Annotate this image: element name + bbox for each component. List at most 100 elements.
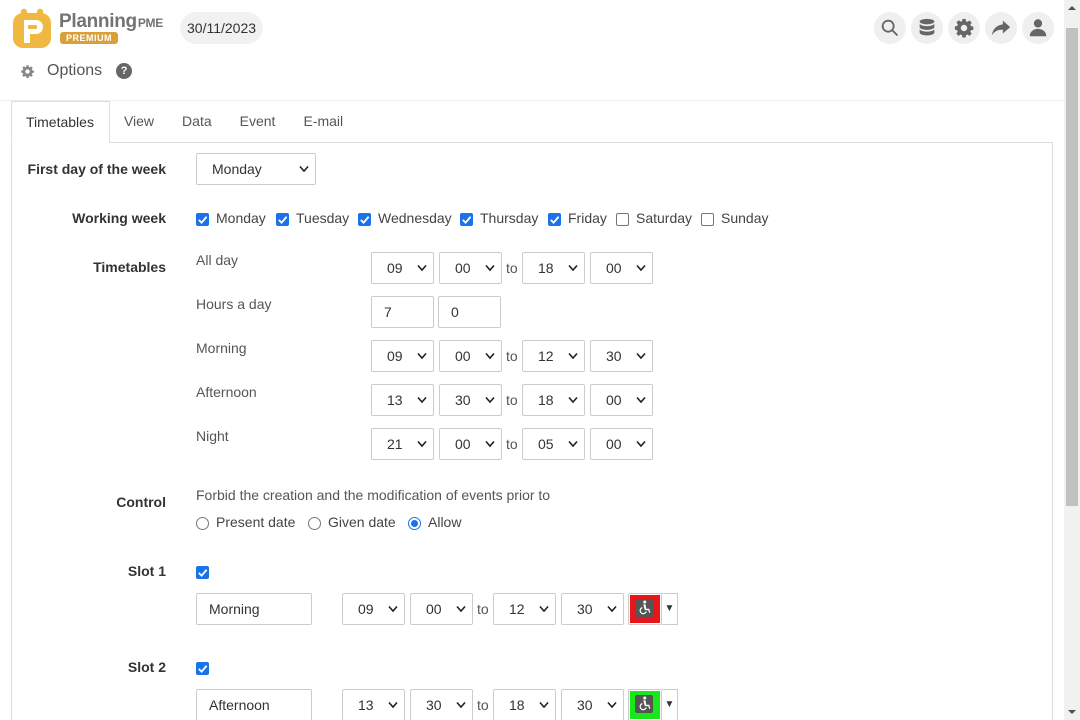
checkbox-wednesday[interactable] [358, 213, 371, 226]
slot2-color-picker[interactable] [628, 689, 662, 720]
checkbox-label-tuesday: Tuesday [296, 210, 350, 226]
control-description: Forbid the creation and the modification… [196, 487, 551, 503]
night-from-hour-select[interactable]: 21 [371, 428, 434, 460]
chevron-down-icon [636, 352, 646, 360]
checkbox-label-friday: Friday [568, 210, 607, 226]
user-button[interactable] [1022, 12, 1054, 44]
chevron-down-icon [485, 440, 495, 448]
all-day-to-hour-select[interactable]: 18 [522, 252, 585, 284]
morning-label: Morning [196, 340, 247, 356]
morning-to-minute-select[interactable]: 30 [590, 340, 653, 372]
share-button[interactable] [985, 12, 1017, 44]
first-day-select[interactable]: Monday [196, 153, 316, 185]
tab-data[interactable]: Data [168, 101, 226, 143]
settings-button[interactable] [948, 12, 980, 44]
chevron-down-icon [636, 396, 646, 404]
afternoon-from-hour-select[interactable]: 13 [371, 384, 434, 416]
search-button[interactable] [874, 12, 906, 44]
chevron-down-icon [539, 701, 549, 709]
scrollbar-thumb[interactable] [1066, 28, 1078, 506]
page-title: Options [47, 62, 103, 79]
tab-email[interactable]: E-mail [289, 101, 357, 143]
checkbox-sunday[interactable] [701, 213, 714, 226]
morning-from-minute-select[interactable]: 00 [439, 340, 502, 372]
logo[interactable]: PlanningPME PREMIUM [12, 8, 172, 50]
afternoon-to-hour-select[interactable]: 18 [522, 384, 585, 416]
radio-label-allow: Allow [428, 514, 462, 530]
hours-a-day-label: Hours a day [196, 296, 272, 312]
search-icon [881, 19, 899, 37]
radio-given-date[interactable] [308, 517, 321, 530]
slot2-name-input[interactable]: Afternoon [196, 689, 312, 720]
scroll-down-arrow-icon[interactable] [1064, 703, 1080, 720]
slot1-to-hour-select[interactable]: 12 [493, 593, 556, 625]
wheelchair-icon [635, 599, 653, 617]
page-scrollbar[interactable] [1064, 0, 1080, 720]
share-icon [991, 20, 1011, 36]
tab-timetables[interactable]: Timetables [11, 101, 110, 143]
to-label: to [477, 697, 489, 713]
slot1-color-dropdown[interactable]: ▼ [662, 593, 678, 625]
night-to-minute-select[interactable]: 00 [590, 428, 653, 460]
check-icon [197, 567, 208, 578]
chevron-down-icon [417, 396, 427, 404]
slot2-to-hour-select[interactable]: 18 [493, 689, 556, 720]
checkbox-saturday[interactable] [616, 213, 629, 226]
to-label: to [506, 436, 518, 452]
help-icon[interactable]: ? [116, 63, 133, 79]
hours-a-day-minutes-input[interactable]: 0 [438, 296, 501, 328]
check-icon [197, 214, 208, 225]
slot2-enabled-checkbox[interactable] [196, 662, 209, 675]
slot1-to-minute-select[interactable]: 30 [561, 593, 624, 625]
all-day-from-hour-select[interactable]: 09 [371, 252, 434, 284]
morning-from-hour-select[interactable]: 09 [371, 340, 434, 372]
checkbox-friday[interactable] [548, 213, 561, 226]
night-to-hour-select[interactable]: 05 [522, 428, 585, 460]
tab-event[interactable]: Event [226, 101, 290, 143]
current-date[interactable]: 30/11/2023 [180, 12, 264, 44]
afternoon-from-minute-select[interactable]: 30 [439, 384, 502, 416]
slot2-color-dropdown[interactable]: ▼ [662, 689, 678, 720]
checkbox-tuesday[interactable] [276, 213, 289, 226]
all-day-to-minute-select[interactable]: 00 [590, 252, 653, 284]
tab-view[interactable]: View [110, 101, 168, 143]
radio-label-given-date: Given date [328, 514, 396, 530]
chevron-down-icon [539, 605, 549, 613]
slot1-from-hour-select[interactable]: 09 [342, 593, 405, 625]
slot2-from-minute-select[interactable]: 30 [410, 689, 473, 720]
afternoon-to-minute-select[interactable]: 00 [590, 384, 653, 416]
slot1-from-minute-select[interactable]: 00 [410, 593, 473, 625]
radio-allow[interactable] [408, 517, 421, 530]
slot1-enabled-checkbox[interactable] [196, 566, 209, 579]
radio-present-date[interactable] [196, 517, 209, 530]
chevron-down-icon [485, 264, 495, 272]
database-button[interactable] [911, 12, 943, 44]
slot1-color-picker[interactable] [628, 593, 662, 625]
chevron-down-icon [417, 440, 427, 448]
slot2-from-hour-select[interactable]: 13 [342, 689, 405, 720]
chevron-down-icon [568, 440, 578, 448]
chevron-down-icon [388, 605, 398, 613]
checkbox-thursday[interactable] [460, 213, 473, 226]
scroll-up-arrow-icon[interactable] [1064, 0, 1080, 17]
slot2-to-minute-select[interactable]: 30 [561, 689, 624, 720]
chevron-down-icon [417, 352, 427, 360]
check-icon [359, 214, 370, 225]
morning-to-hour-select[interactable]: 12 [522, 340, 585, 372]
check-icon [549, 214, 560, 225]
user-icon [1029, 19, 1047, 37]
all-day-label: All day [196, 252, 239, 268]
checkbox-label-monday: Monday [216, 210, 266, 226]
checkbox-monday[interactable] [196, 213, 209, 226]
all-day-from-minute-select[interactable]: 00 [439, 252, 502, 284]
logo-badge: PREMIUM [60, 32, 118, 44]
slot1-name-input[interactable]: Morning [196, 593, 312, 625]
chevron-down-icon [388, 701, 398, 709]
hours-a-day-hours-input[interactable]: 7 [371, 296, 434, 328]
night-from-minute-select[interactable]: 00 [439, 428, 502, 460]
check-icon [461, 214, 472, 225]
checkbox-label-sunday: Sunday [721, 210, 769, 226]
chevron-down-icon [456, 605, 466, 613]
header-toolbar [874, 12, 1054, 44]
to-label: to [506, 348, 518, 364]
